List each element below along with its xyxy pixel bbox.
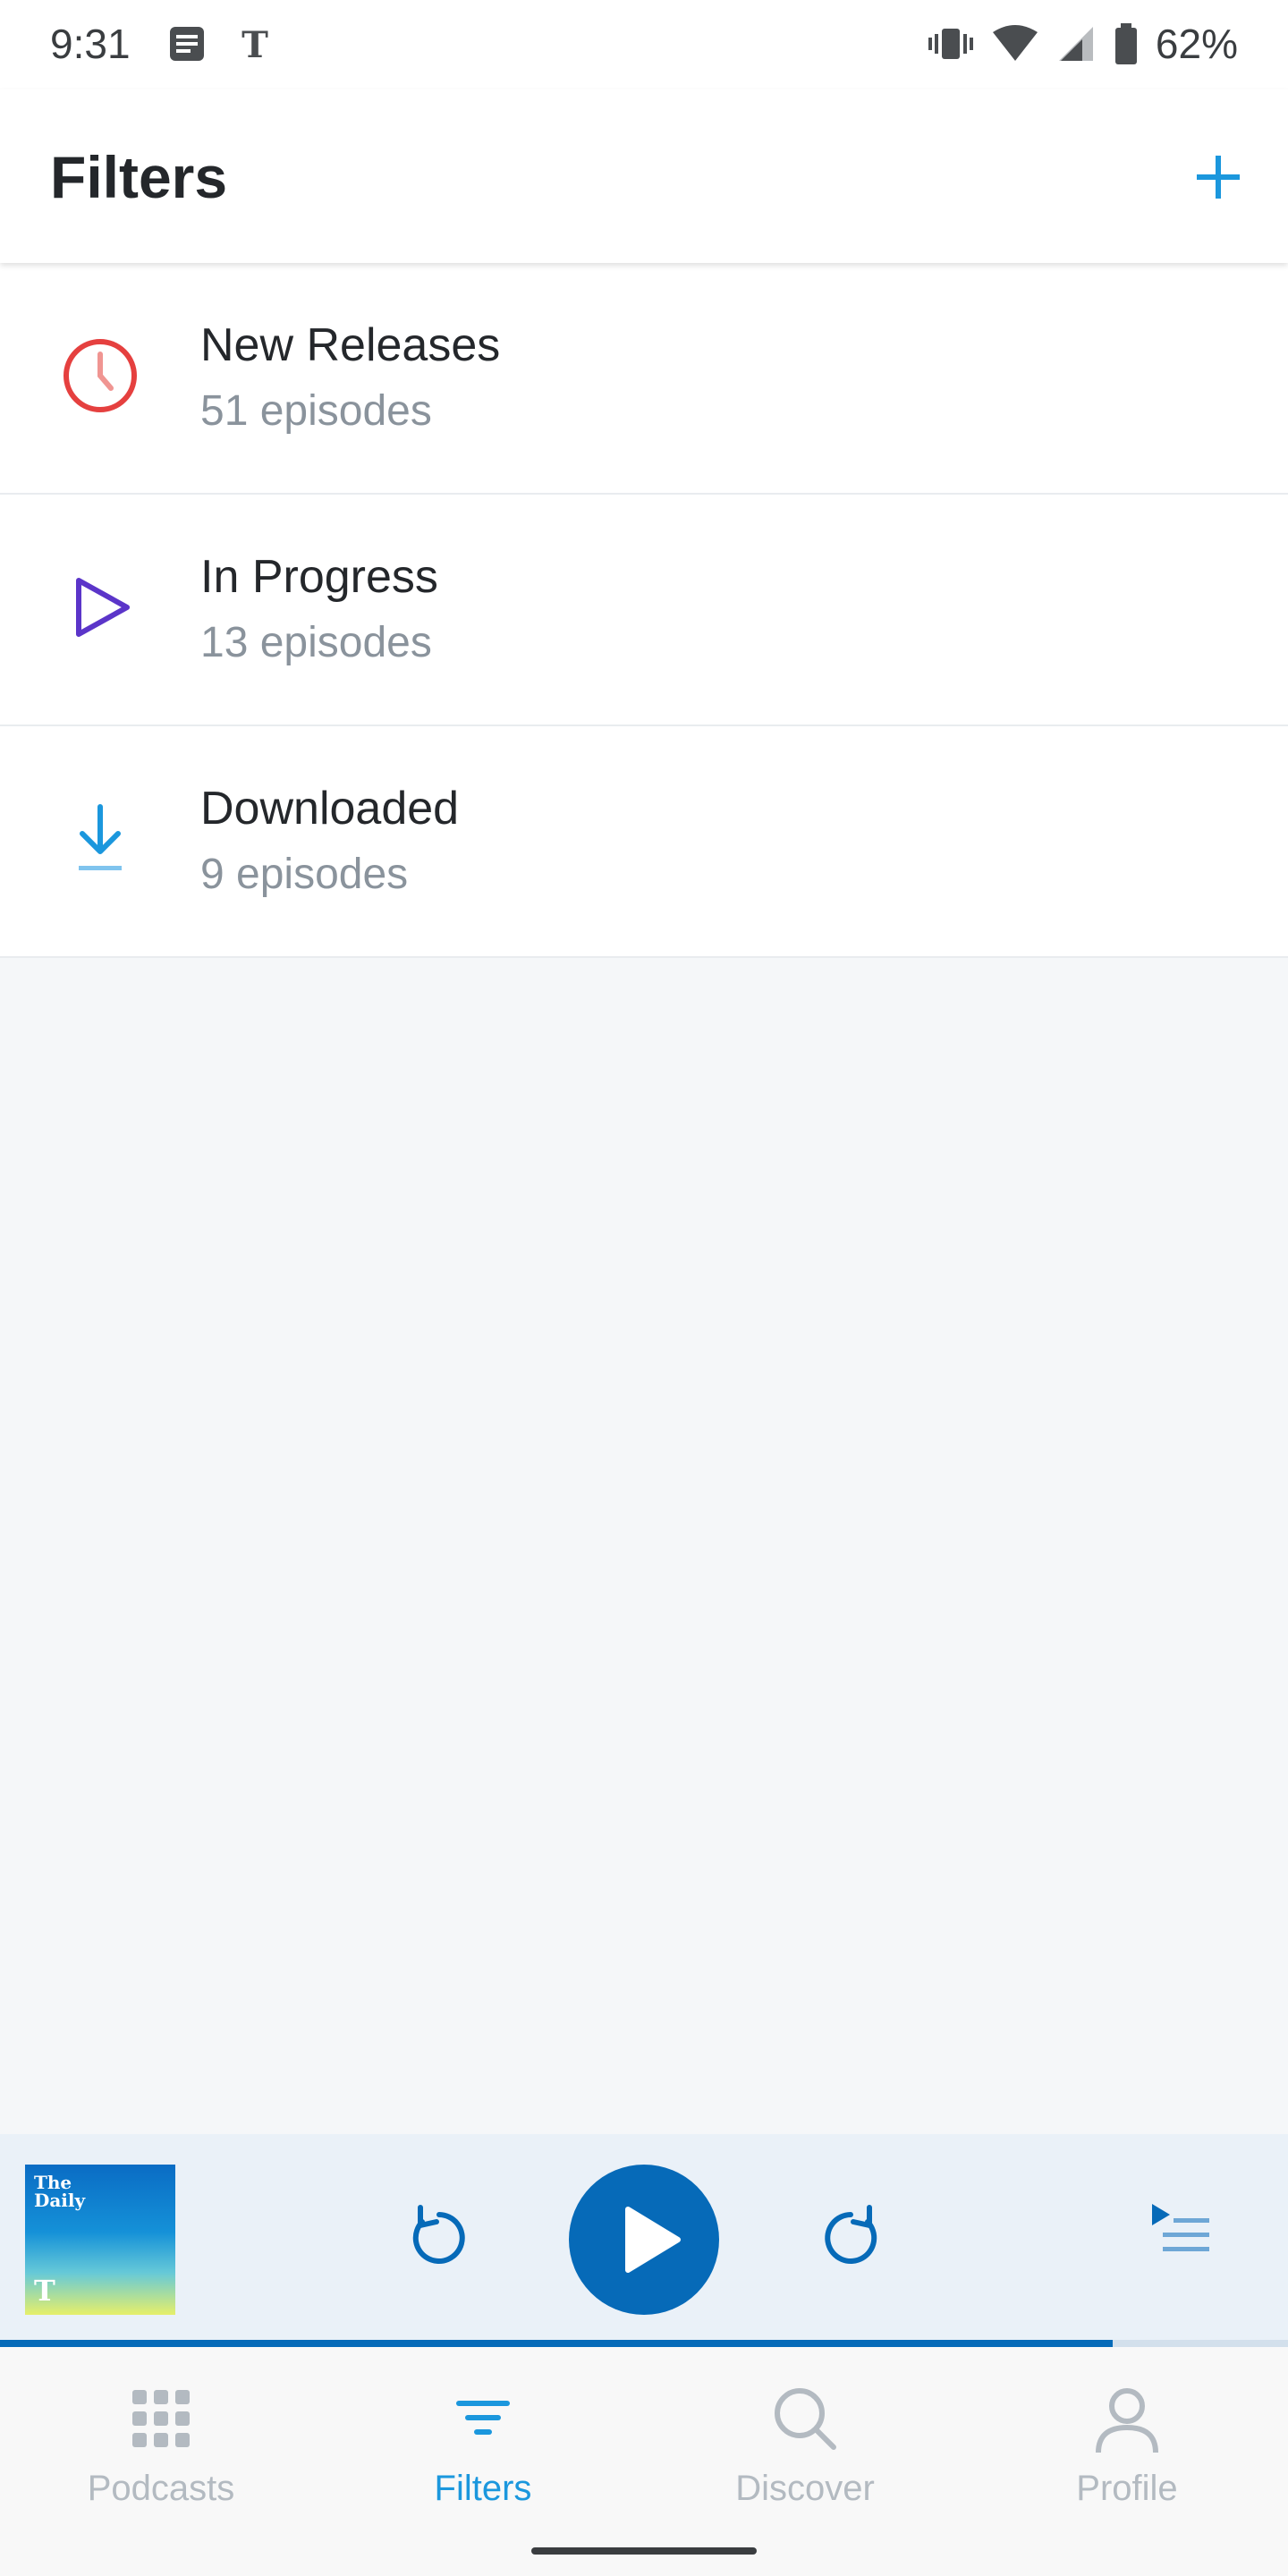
tab-label: Discover <box>735 2469 875 2508</box>
download-icon <box>79 804 122 870</box>
filter-icon-container <box>55 331 145 420</box>
tab-profile[interactable]: Profile <box>966 2347 1288 2526</box>
filter-list: New Releases 51 episodes In Progress 13 … <box>0 263 1288 958</box>
artwork-title: The Daily <box>34 2172 86 2211</box>
skip-forward-icon <box>825 2205 877 2264</box>
tab-label: Profile <box>1076 2469 1178 2508</box>
page-title: Filters <box>50 144 228 210</box>
play-outline-icon <box>76 578 130 637</box>
tab-label: Filters <box>434 2469 532 2508</box>
filter-row-in-progress[interactable]: In Progress 13 episodes <box>0 495 1288 726</box>
wifi-icon <box>992 25 1038 61</box>
artwork-logo: T <box>34 2274 55 2308</box>
skip-forward-button[interactable] <box>810 2195 891 2275</box>
filter-icon <box>456 2401 510 2435</box>
status-time: 9:31 <box>50 21 131 67</box>
search-icon <box>775 2388 836 2450</box>
app-bar: Filters <box>0 89 1288 263</box>
tab-podcasts[interactable]: Podcasts <box>0 2347 322 2526</box>
filter-name: Downloaded <box>200 783 460 835</box>
tab-filters[interactable]: Filters <box>322 2347 644 2526</box>
filter-row-new-releases[interactable]: New Releases 51 episodes <box>0 263 1288 495</box>
skip-back-button[interactable] <box>399 2195 479 2275</box>
person-icon <box>1096 2388 1158 2453</box>
status-bar: 9:31 T 62% <box>0 0 1288 89</box>
add-filter-button[interactable] <box>1184 143 1252 211</box>
playback-progress-fill <box>0 2340 1114 2347</box>
signal-icon <box>1058 27 1093 61</box>
filter-episode-count: 9 episodes <box>200 851 409 898</box>
filter-name: New Releases <box>200 319 501 371</box>
podcast-artwork[interactable]: The Daily T <box>25 2165 175 2315</box>
tab-label: Podcasts <box>87 2469 235 2508</box>
battery-percentage: 62% <box>1155 21 1238 67</box>
nyt-logo-icon: T <box>242 24 268 64</box>
queue-icon <box>1152 2204 1209 2251</box>
grid-icon <box>132 2390 190 2447</box>
filter-row-downloaded[interactable]: Downloaded 9 episodes <box>0 726 1288 958</box>
mini-player[interactable]: The Daily T <box>0 2134 1288 2342</box>
home-indicator[interactable] <box>531 2547 757 2555</box>
play-icon <box>625 2207 681 2273</box>
filter-icon-container <box>55 794 145 884</box>
news-app-icon <box>170 27 204 61</box>
filter-episode-count: 13 episodes <box>200 619 432 666</box>
svg-text:T: T <box>242 24 268 64</box>
play-button[interactable] <box>569 2165 719 2315</box>
filter-icon-container <box>55 563 145 652</box>
skip-back-icon <box>412 2205 465 2264</box>
vibrate-icon <box>928 29 973 59</box>
bottom-navigation: Podcasts Filters Discover Profile <box>0 2347 1288 2576</box>
filter-name: In Progress <box>200 551 438 603</box>
battery-icon <box>1114 23 1137 64</box>
filter-episode-count: 51 episodes <box>200 387 432 435</box>
clock-icon <box>64 339 137 412</box>
plus-icon <box>1197 156 1240 199</box>
playback-progress-bar[interactable] <box>0 2340 1288 2347</box>
tab-discover[interactable]: Discover <box>644 2347 966 2526</box>
up-next-queue-button[interactable] <box>1145 2195 1216 2267</box>
